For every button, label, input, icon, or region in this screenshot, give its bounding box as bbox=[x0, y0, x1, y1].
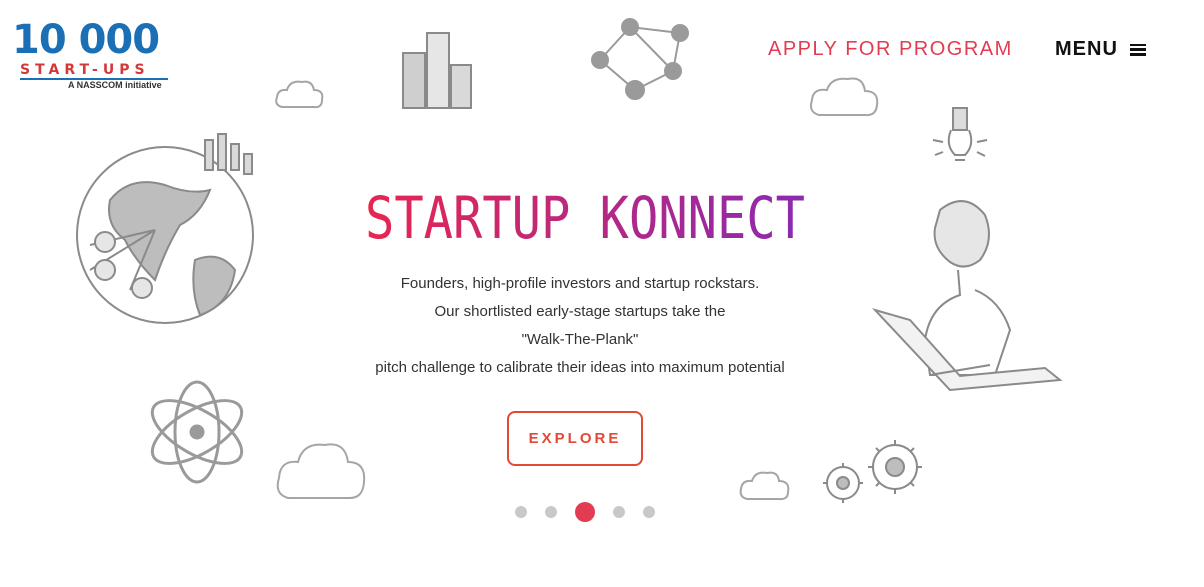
logo-wordmark: START-UPS bbox=[20, 62, 150, 78]
woman-with-laptop-doodle-icon bbox=[871, 200, 1063, 392]
network-molecule-doodle-icon bbox=[591, 18, 689, 100]
logo-tagline: A NASSCOM initiative bbox=[68, 80, 162, 90]
menu-label: MENU bbox=[1055, 38, 1118, 60]
carousel-dot[interactable] bbox=[613, 506, 625, 518]
hero-title-text: STARTUP KONNECT bbox=[365, 184, 805, 252]
hero-line: Founders, high-profile investors and sta… bbox=[400, 275, 760, 292]
atom-doodle-icon bbox=[150, 380, 244, 484]
carousel-dot[interactable] bbox=[545, 506, 557, 518]
hero-line: Our shortlisted early-stage startups tak… bbox=[434, 303, 726, 320]
cloud-doodle-icon bbox=[276, 443, 366, 500]
gears-doodle-icon bbox=[823, 440, 922, 503]
hero-line: pitch challenge to calibrate their ideas… bbox=[375, 359, 785, 376]
carousel-pagination bbox=[515, 501, 655, 523]
hero-line: "Walk-The-Plank" bbox=[521, 331, 639, 348]
hamburger-icon bbox=[1129, 43, 1146, 56]
bar-chart-doodle-icon bbox=[402, 32, 472, 109]
carousel-dot[interactable] bbox=[643, 506, 655, 518]
logo-number: 10 000 bbox=[12, 17, 160, 63]
hero-description: Founders, high-profile investors and sta… bbox=[300, 270, 860, 382]
cloud-doodle-icon bbox=[739, 471, 790, 501]
lightbulb-doodle-icon bbox=[932, 107, 988, 161]
explore-button[interactable]: EXPLORE bbox=[507, 411, 643, 466]
menu-button[interactable]: MENU bbox=[1055, 38, 1146, 61]
apply-for-program-link[interactable]: APPLY FOR PROGRAM bbox=[768, 38, 1013, 61]
hero-title: STARTUP KONNECT bbox=[365, 184, 805, 252]
site-logo[interactable]: 10 000 START-UPS A NASSCOM initiative bbox=[12, 18, 172, 92]
carousel-dot[interactable] bbox=[515, 506, 527, 518]
globe-doodle-icon bbox=[76, 133, 254, 324]
cloud-doodle-icon bbox=[275, 80, 324, 109]
cloud-doodle-icon bbox=[809, 77, 879, 117]
carousel-dot-active[interactable] bbox=[575, 502, 595, 522]
